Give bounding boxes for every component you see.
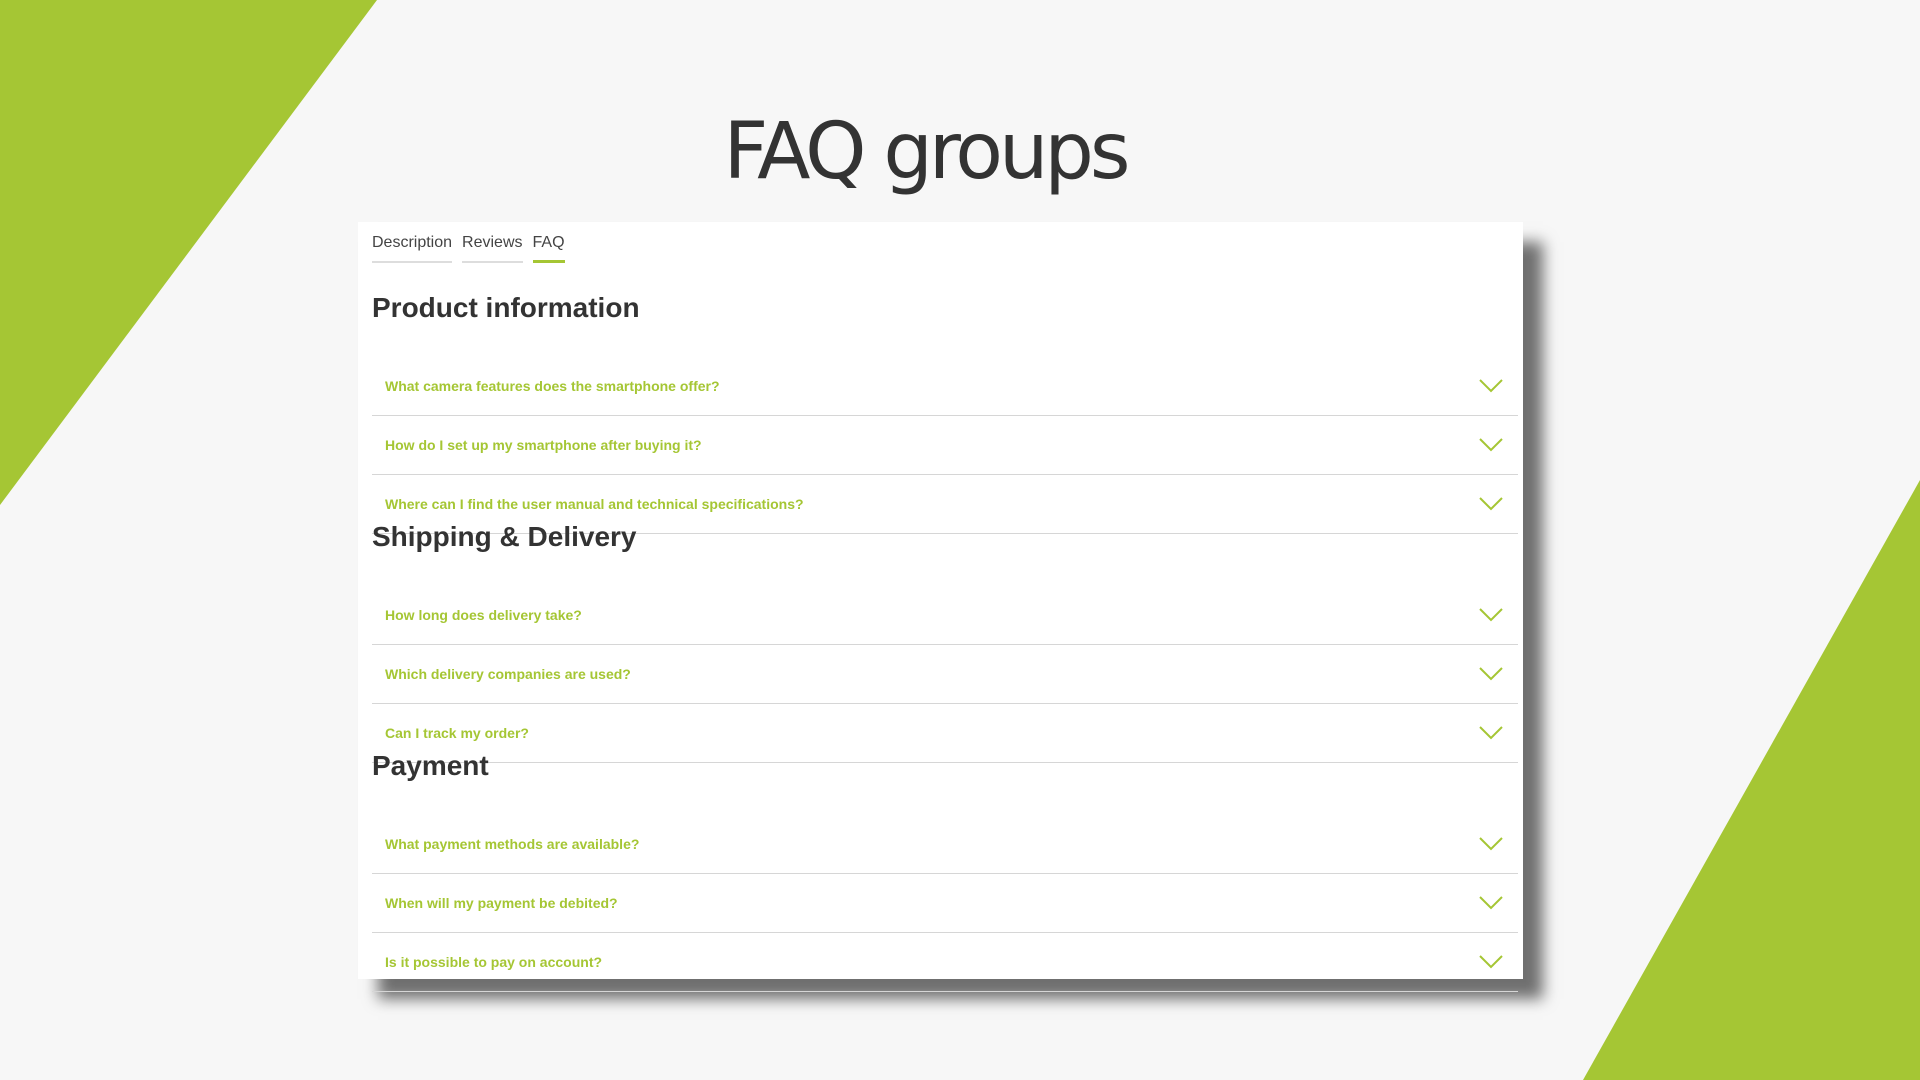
top-left-green-triangle [0, 0, 377, 505]
chevron-down-icon[interactable] [1478, 607, 1504, 623]
chevron-down-icon[interactable] [1478, 496, 1504, 512]
group-title-payment: Payment [372, 750, 489, 781]
tab-reviews[interactable]: Reviews [462, 234, 523, 263]
chevron-down-icon[interactable] [1478, 954, 1504, 970]
tab-faq[interactable]: FAQ [532, 234, 565, 263]
faq-item[interactable]: When will my payment be debited? [372, 874, 1518, 933]
faq-item[interactable]: Can I track my order? [372, 704, 1518, 763]
faq-question: Can I track my order? [385, 725, 529, 741]
faq-question: How long does delivery take? [385, 607, 582, 623]
group-title-shipping-delivery: Shipping & Delivery [372, 521, 637, 552]
faq-question: When will my payment be debited? [385, 895, 618, 911]
faq-question: What payment methods are available? [385, 836, 640, 852]
bottom-right-green-triangle [1583, 480, 1920, 1080]
chevron-down-icon[interactable] [1478, 895, 1504, 911]
tab-description[interactable]: Description [372, 234, 453, 263]
faq-question: How do I set up my smartphone after buyi… [385, 437, 702, 453]
faq-panel: Description Reviews FAQ Product informat… [358, 222, 1523, 992]
faq-question: Where can I find the user manual and tec… [385, 496, 804, 512]
faq-item[interactable]: What payment methods are available? [372, 815, 1518, 874]
faq-question: Which delivery companies are used? [385, 666, 631, 682]
faq-item[interactable]: What camera features does the smartphone… [372, 357, 1518, 416]
slide-title: FAQ groups [723, 107, 1130, 197]
faq-question: Is it possible to pay on account? [385, 954, 603, 970]
chevron-down-icon[interactable] [1478, 437, 1504, 453]
chevron-down-icon[interactable] [1478, 378, 1504, 394]
faq-item[interactable]: How long does delivery take? [372, 586, 1518, 645]
faq-item[interactable]: How do I set up my smartphone after buyi… [372, 416, 1518, 475]
faq-item[interactable]: Which delivery companies are used? [372, 645, 1518, 704]
faq-item[interactable]: Is it possible to pay on account? [372, 933, 1518, 992]
chevron-down-icon[interactable] [1478, 836, 1504, 852]
chevron-down-icon[interactable] [1478, 666, 1504, 682]
chevron-down-icon[interactable] [1478, 725, 1504, 741]
group-title-product-information: Product information [372, 292, 640, 323]
faq-question: What camera features does the smartphone… [385, 378, 720, 394]
tab-bar: Description Reviews FAQ [372, 234, 565, 263]
